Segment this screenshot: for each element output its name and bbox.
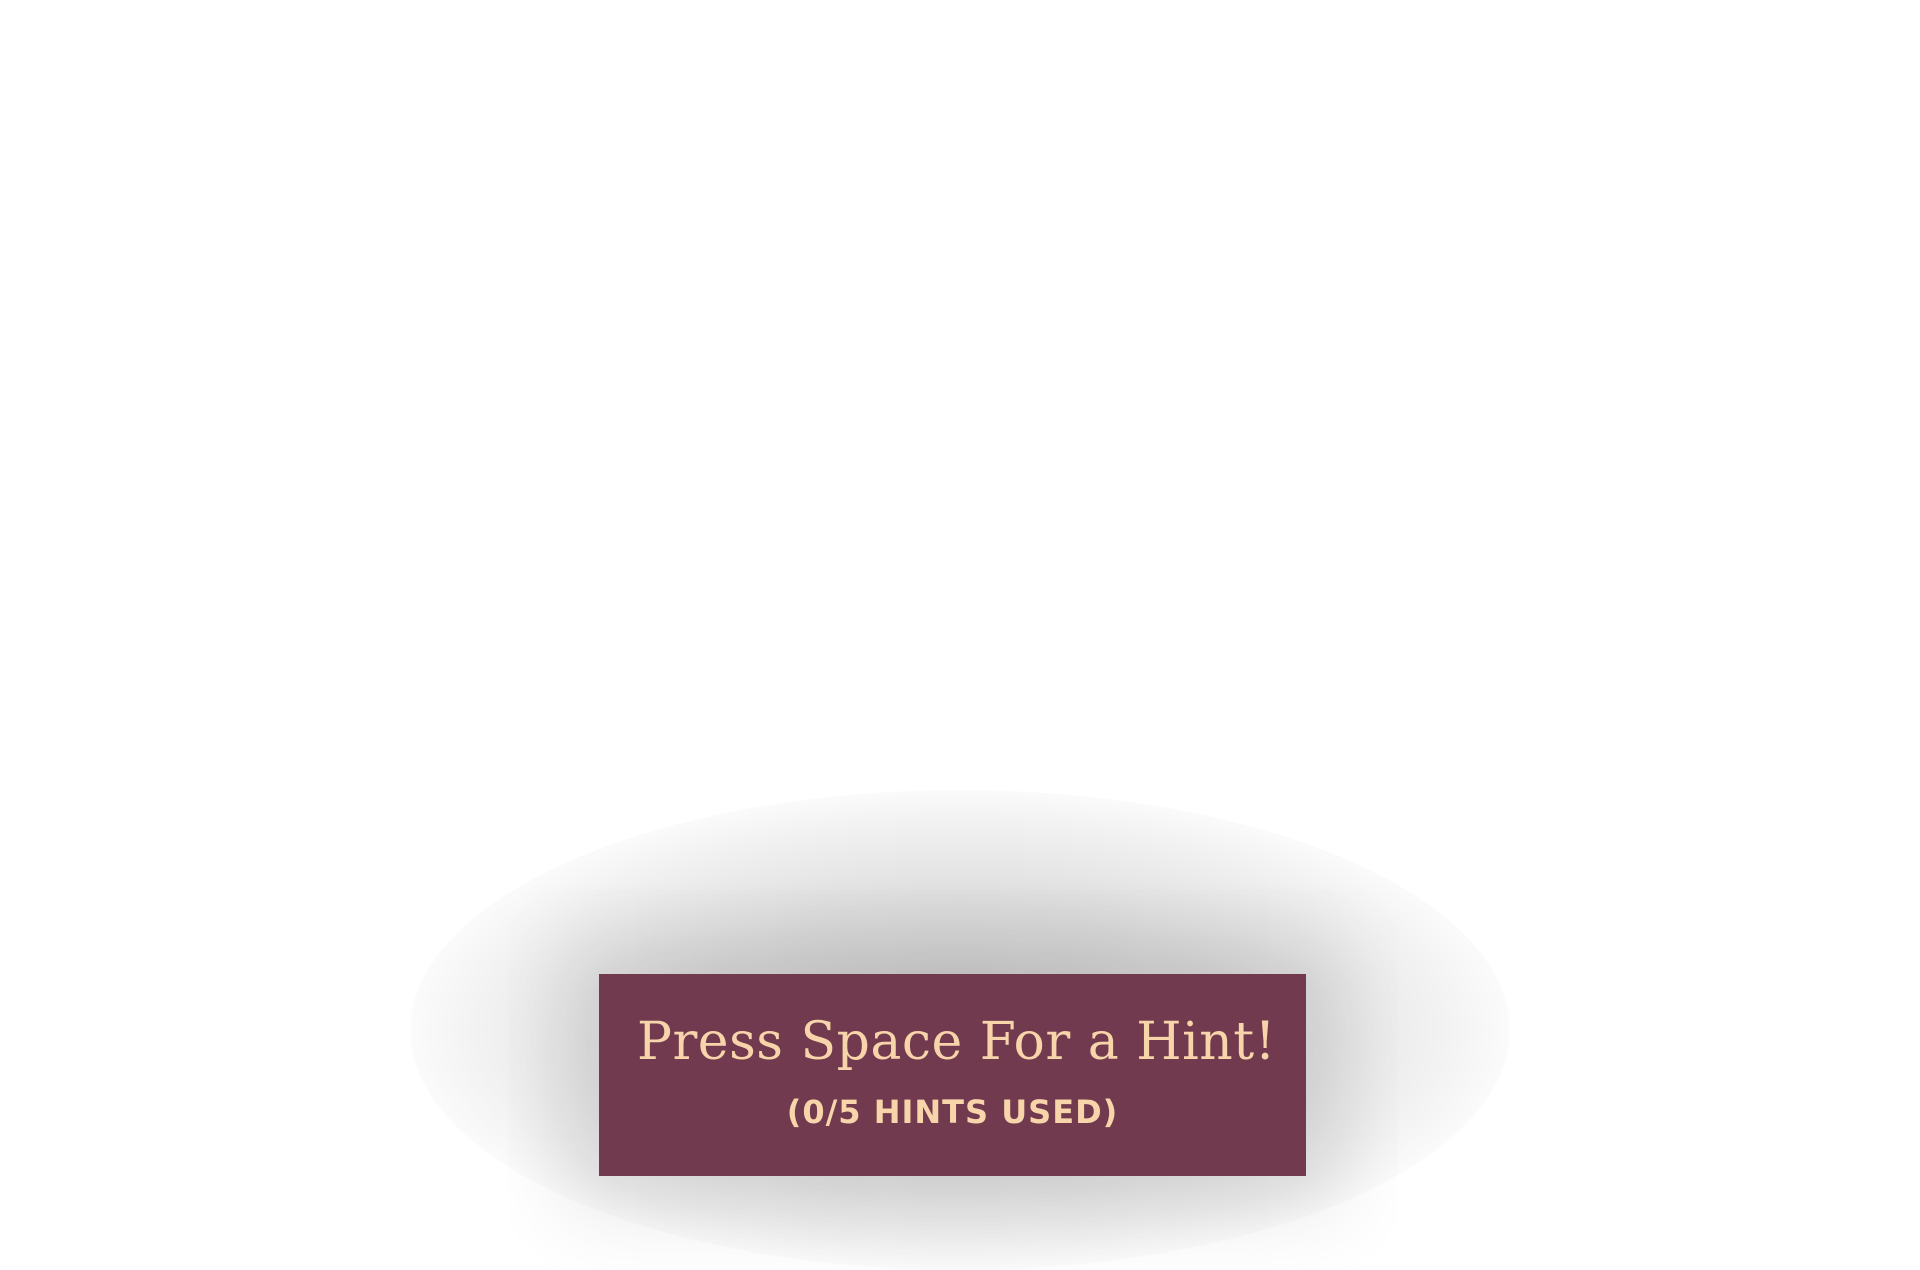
hints-used-counter: (0/5 HINTS USED) (786, 1093, 1119, 1131)
hint-panel: Press Space For a Hint! (0/5 HINTS USED) (599, 974, 1306, 1176)
hint-prompt-text: Press Space For a Hint! (636, 1012, 1277, 1072)
